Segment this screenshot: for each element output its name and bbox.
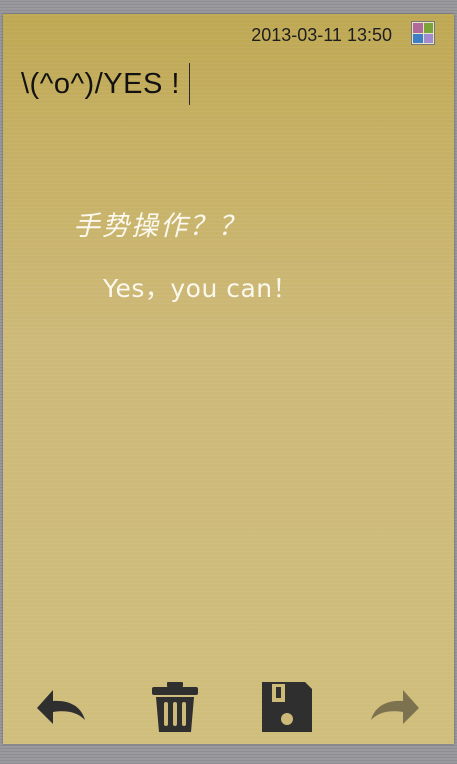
note-body-line: Yes，you can！ (103, 274, 299, 303)
save-icon (262, 682, 312, 732)
redo-icon (371, 690, 419, 724)
trash-icon (152, 682, 198, 732)
note-datetime: 2013-03-11 13:50 (251, 25, 392, 45)
undo-button[interactable] (31, 676, 91, 736)
delete-button[interactable] (145, 676, 205, 736)
redo-button[interactable] (365, 676, 425, 736)
bottom-toolbar (3, 676, 454, 742)
save-button[interactable] (257, 676, 317, 736)
palette-swatch-purple (413, 23, 423, 33)
palette-swatch-lavender (423, 33, 433, 43)
undo-icon (37, 690, 85, 724)
note-body-line: 手势操作？？ (73, 211, 247, 242)
palette-swatch-green (423, 23, 433, 33)
note-title-field[interactable]: \(^o^)/YES ! (21, 63, 190, 105)
note-title-text: \(^o^)/YES ! (21, 67, 180, 100)
palette-swatch-blue (413, 33, 423, 43)
text-cursor (188, 63, 190, 105)
note-paper[interactable]: 2013-03-11 13:50 \(^o^)/YES ! 手势操作？？ Yes… (3, 14, 454, 744)
color-palette-icon[interactable] (411, 21, 435, 45)
